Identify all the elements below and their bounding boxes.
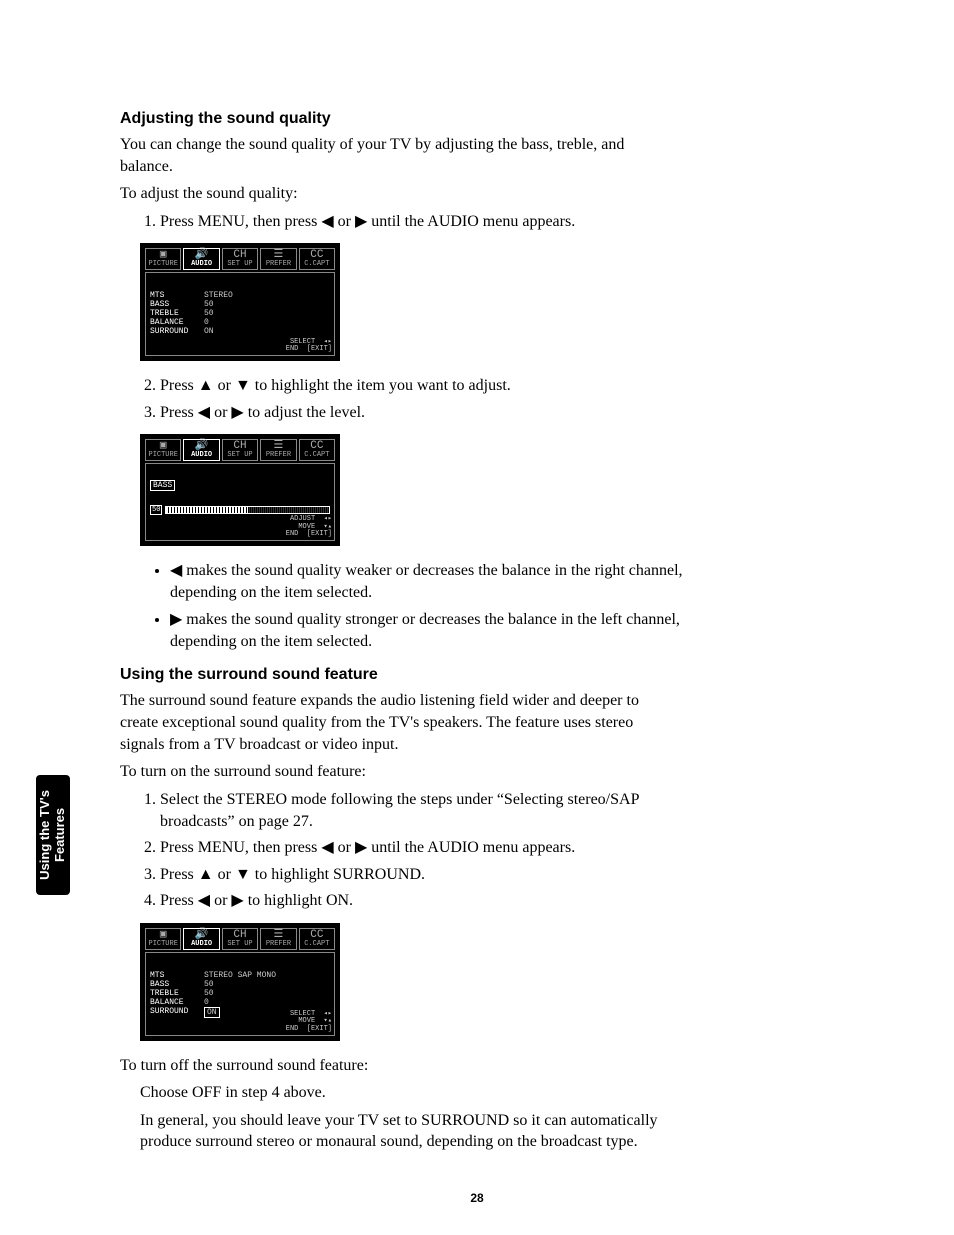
- osd-slider-label: BASS: [150, 480, 175, 491]
- osd-bass-slider: ▣PICTURE 🔊AUDIO CHSET UP ☰PREFER CCC.CAP…: [140, 434, 340, 546]
- osd-tab-setup: CHSET UP: [222, 439, 258, 461]
- osd-tab-ccapt: CCC.CAPT: [299, 439, 335, 461]
- step-item: Press ▲ or ▼ to highlight the item you w…: [160, 375, 700, 397]
- paragraph: To turn on the surround sound feature:: [120, 761, 640, 783]
- page-number: 28: [0, 1191, 954, 1205]
- osd-tab-picture: ▣PICTURE: [145, 928, 181, 950]
- paragraph: To turn off the surround sound feature:: [120, 1055, 640, 1077]
- heading-surround-sound: Using the surround sound feature: [120, 666, 854, 684]
- osd-hint: SELECT ◂▸ MOVE ▾▴ END [EXIT]: [286, 1011, 332, 1034]
- osd-tab-audio: 🔊AUDIO: [183, 248, 219, 270]
- osd-tab-setup: CHSET UP: [222, 928, 258, 950]
- osd-slider-track: [165, 506, 330, 514]
- step-item: Press ◀ or ▶ to adjust the level.: [160, 402, 700, 424]
- step-list: Select the STEREO mode following the ste…: [120, 789, 700, 913]
- osd-tab-prefer: ☰PREFER: [260, 248, 296, 270]
- step-item: Press ▲ or ▼ to highlight SURROUND.: [160, 864, 700, 886]
- paragraph: To adjust the sound quality:: [120, 183, 640, 205]
- paragraph: You can change the sound quality of your…: [120, 134, 640, 177]
- osd-tab-audio: 🔊AUDIO: [183, 439, 219, 461]
- osd-tab-picture: ▣PICTURE: [145, 439, 181, 461]
- paragraph: Choose OFF in step 4 above.: [140, 1082, 660, 1104]
- step-item: Press MENU, then press ◀ or ▶ until the …: [160, 837, 700, 859]
- osd-slider-value: 50: [150, 505, 162, 515]
- heading-adjusting-sound: Adjusting the sound quality: [120, 110, 854, 128]
- osd-tab-prefer: ☰PREFER: [260, 928, 296, 950]
- bullet-item: ▶ makes the sound quality stronger or de…: [170, 609, 700, 652]
- step-item: Press MENU, then press ◀ or ▶ until the …: [160, 211, 700, 233]
- osd-hint: ADJUST ◂▸ MOVE ▾▴ END [EXIT]: [286, 516, 332, 539]
- paragraph: The surround sound feature expands the a…: [120, 690, 640, 755]
- osd-tab-setup: CHSET UP: [222, 248, 258, 270]
- osd-hint: SELECT ◂▸ END [EXIT]: [286, 339, 332, 354]
- osd-tab-ccapt: CCC.CAPT: [299, 928, 335, 950]
- highlighted-value: ON: [204, 1007, 220, 1018]
- osd-tab-prefer: ☰PREFER: [260, 439, 296, 461]
- osd-tab-picture: ▣PICTURE: [145, 248, 181, 270]
- step-item: Press ◀ or ▶ to highlight ON.: [160, 890, 700, 912]
- step-list: Press MENU, then press ◀ or ▶ until the …: [120, 211, 700, 233]
- bullet-item: ◀ makes the sound quality weaker or decr…: [170, 560, 700, 603]
- bullet-list: ◀ makes the sound quality weaker or decr…: [120, 560, 700, 652]
- step-item: Select the STEREO mode following the ste…: [160, 789, 700, 834]
- paragraph: In general, you should leave your TV set…: [140, 1110, 660, 1153]
- osd-surround-menu: ▣PICTURE 🔊AUDIO CHSET UP ☰PREFER CCC.CAP…: [140, 923, 340, 1041]
- osd-audio-menu: ▣PICTURE 🔊AUDIO CHSET UP ☰PREFER CCC.CAP…: [140, 243, 340, 361]
- osd-tab-ccapt: CCC.CAPT: [299, 248, 335, 270]
- step-list: Press ▲ or ▼ to highlight the item you w…: [120, 375, 700, 424]
- osd-tab-audio: 🔊AUDIO: [183, 928, 219, 950]
